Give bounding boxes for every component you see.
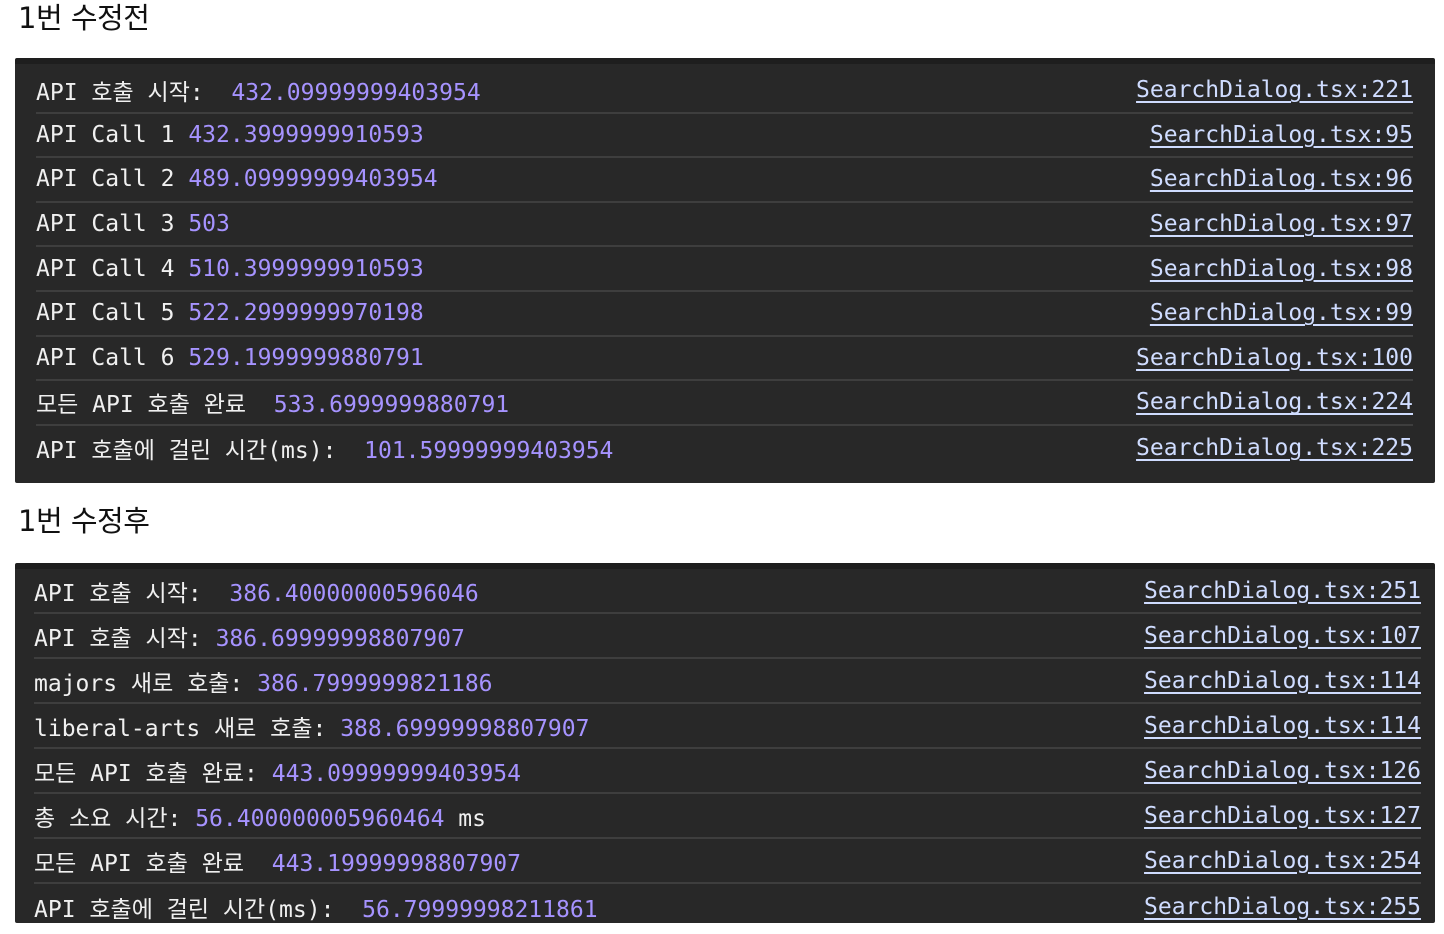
console-log-row: API Call 5 522.2999999970198 SearchDialog… [36,292,1413,337]
log-message: API Call 5 522.2999999970198 [36,300,424,326]
console-log-row: API Call 2 489.09999999403954 SearchDialo… [36,158,1413,203]
source-location-link[interactable]: SearchDialog.tsx:96 [1150,166,1413,192]
log-number-value: 489.09999999403954 [188,166,438,193]
source-location-link[interactable]: SearchDialog.tsx:127 [1144,803,1421,829]
log-label: 총 소요 시간: [34,805,196,832]
log-label: 모든 API 호출 완료: [34,760,272,787]
log-label: API 호출 시작: [36,80,232,107]
section-title-after: 1번 수정후 [18,504,150,538]
source-location-link[interactable]: SearchDialog.tsx:114 [1144,713,1421,739]
log-message: API 호출에 걸린 시간(ms): 101.59999999403954 [36,431,613,465]
log-label: liberal-arts 새로 호출: [34,715,341,742]
console-log-row: API 호출 시작: 386.69999998807907 SearchDialo… [34,614,1421,659]
log-label: majors 새로 호출: [34,670,258,697]
source-location-link[interactable]: SearchDialog.tsx:224 [1136,389,1413,415]
log-message: API 호출 시작: 386.40000000596046 [34,574,479,608]
source-location-link[interactable]: SearchDialog.tsx:221 [1136,77,1413,103]
log-label: API Call 5 [36,300,189,327]
log-label: API Call 1 [36,121,189,148]
log-message: liberal-arts 새로 호출: 388.69999998807907 [34,709,589,743]
console-log-row: API Call 4 510.3999999910593 SearchDialog… [36,247,1413,292]
console-log-row: API Call 6 529.1999999880791 SearchDialog… [36,337,1413,382]
source-location-link[interactable]: SearchDialog.tsx:98 [1150,256,1413,282]
log-message: API 호출 시작: 386.69999998807907 [34,619,465,653]
log-label: API Call 2 [36,166,189,193]
console-log-row: 모든 API 호출 완료: 443.09999999403954 SearchDi… [34,749,1421,794]
log-unit-suffix: ms [444,805,486,832]
console-log-row: 총 소요 시간: 56.400000005960464 ms SearchDial… [34,794,1421,839]
log-label: API 호출 시작: [34,625,216,652]
source-location-link[interactable]: SearchDialog.tsx:100 [1136,345,1413,371]
source-location-link[interactable]: SearchDialog.tsx:114 [1144,668,1421,694]
log-message: API 호출에 걸린 시간(ms): 56.79999998211861 [34,890,598,924]
log-message: API Call 3 503 [36,211,230,237]
log-number-value: 386.40000000596046 [229,580,479,607]
source-location-link[interactable]: SearchDialog.tsx:99 [1150,300,1413,326]
console-log-row: API 호출 시작: 386.40000000596046 SearchDialo… [34,569,1421,614]
source-location-link[interactable]: SearchDialog.tsx:97 [1150,211,1413,237]
log-number-value: 443.09999999403954 [271,760,521,787]
source-location-link[interactable]: SearchDialog.tsx:126 [1144,758,1421,784]
log-number-value: 503 [188,211,230,238]
log-message: majors 새로 호출: 386.7999999821186 [34,664,493,698]
log-message: 모든 API 호출 완료: 443.09999999403954 [34,754,521,788]
log-message: API Call 1 432.3999999910593 [36,122,424,148]
log-label: API Call 3 [36,211,189,238]
log-label: 모든 API 호출 완료 [34,850,272,877]
log-message: API Call 4 510.3999999910593 [36,256,424,282]
log-label: 모든 API 호출 완료 [36,392,274,419]
section-title-before: 1번 수정전 [18,1,150,35]
log-label: API Call 6 [36,344,189,371]
console-log-row: API 호출 시작: 432.09999999403954 SearchDialo… [36,69,1413,114]
log-number-value: 522.2999999970198 [188,300,424,327]
source-location-link[interactable]: SearchDialog.tsx:225 [1136,435,1413,461]
log-message: 모든 API 호출 완료 533.6999999880791 [36,385,509,419]
log-number-value: 443.19999998807907 [271,850,521,877]
log-number-value: 432.3999999910593 [188,121,424,148]
console-log-row: majors 새로 호출: 386.7999999821186 SearchDia… [34,659,1421,704]
log-number-value: 386.7999999821186 [257,670,493,697]
source-location-link[interactable]: SearchDialog.tsx:255 [1144,894,1421,920]
log-number-value: 56.400000005960464 [195,805,445,832]
log-message: 모든 API 호출 완료 443.19999998807907 [34,844,521,878]
console-log-row: 모든 API 호출 완료 443.19999998807907 SearchDia… [34,839,1421,884]
console-log-row: 모든 API 호출 완료 533.6999999880791 SearchDial… [36,381,1413,426]
log-message: API 호출 시작: 432.09999999403954 [36,73,481,107]
console-log-row: API Call 1 432.3999999910593 SearchDialog… [36,114,1413,159]
log-number-value: 56.79999998211861 [362,896,598,923]
log-number-value: 510.3999999910593 [188,255,424,282]
log-message: 총 소요 시간: 56.400000005960464 ms [34,799,486,833]
console-panel-before: API 호출 시작: 432.09999999403954 SearchDialo… [15,58,1435,483]
log-number-value: 101.59999999403954 [364,438,614,465]
source-location-link[interactable]: SearchDialog.tsx:95 [1150,122,1413,148]
log-message: API Call 2 489.09999999403954 [36,166,438,192]
console-panel-after: API 호출 시작: 386.40000000596046 SearchDialo… [15,563,1435,923]
console-log-row: API 호출에 걸린 시간(ms): 101.59999999403954 Sea… [36,426,1413,471]
log-label: API 호출 시작: [34,580,230,607]
log-message: API Call 6 529.1999999880791 [36,345,424,371]
source-location-link[interactable]: SearchDialog.tsx:107 [1144,623,1421,649]
source-location-link[interactable]: SearchDialog.tsx:254 [1144,848,1421,874]
source-location-link[interactable]: SearchDialog.tsx:251 [1144,578,1421,604]
log-label: API 호출에 걸린 시간(ms): [36,438,365,465]
log-label: API Call 4 [36,255,189,282]
log-number-value: 386.69999998807907 [215,625,465,652]
log-number-value: 388.69999998807907 [340,715,590,742]
log-number-value: 529.1999999880791 [188,344,424,371]
log-number-value: 432.09999999403954 [231,80,481,107]
console-log-row: API Call 3 503 SearchDialog.tsx:97 [36,203,1413,248]
console-log-row: liberal-arts 새로 호출: 388.69999998807907 Se… [34,704,1421,749]
log-number-value: 533.6999999880791 [273,392,510,419]
log-label: API 호출에 걸린 시간(ms): [34,896,363,923]
console-log-row: API 호출에 걸린 시간(ms): 56.79999998211861 Sear… [34,884,1421,929]
